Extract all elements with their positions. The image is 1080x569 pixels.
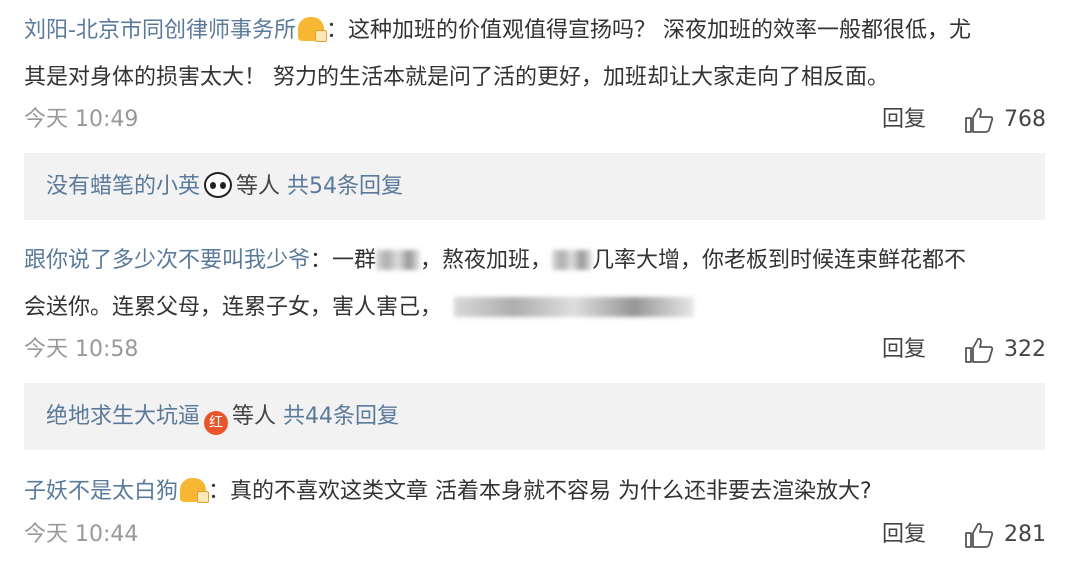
comment-body: ：真的不喜欢这类文章 活着本身就不容易 为什么还非要去渲染放大? xyxy=(208,479,872,504)
comment-time: 今天 10:44 xyxy=(24,522,139,547)
panda-icon xyxy=(204,172,233,198)
reply-names[interactable]: 绝地求生大坑逼 xyxy=(46,404,200,429)
like-count: 281 xyxy=(1004,522,1046,547)
blurred-text xyxy=(552,250,593,270)
comment-author[interactable]: 子妖不是太白狗 xyxy=(24,479,178,504)
comment-body: ：一群 xyxy=(310,248,377,273)
like-count: 768 xyxy=(1004,107,1046,132)
comment-meta: 今天 10:49 回复 768 xyxy=(24,105,1046,135)
comment-text-line: 跟你说了多少次不要叫我少爷：一群 ，熬夜加班， 几率大增，你老板到时候连束鲜花都不 xyxy=(24,246,966,276)
comment-meta: 今天 10:44 回复 281 xyxy=(24,520,1046,550)
crown-face-badge-icon xyxy=(297,17,327,42)
like-count: 322 xyxy=(1004,337,1046,362)
thumbs-up-icon xyxy=(965,337,994,363)
reply-count[interactable]: 共44条回复 xyxy=(283,404,399,429)
comment-author[interactable]: 跟你说了多少次不要叫我少爷 xyxy=(24,248,310,273)
reply-names[interactable]: 没有蜡笔的小英 xyxy=(46,174,200,199)
reply-suffix: 等人 xyxy=(236,174,281,199)
comment-body: 会送你。连累父母，连累子女，害人害己， xyxy=(24,295,443,320)
comment-body: ：这种加班的价值观值得宣扬吗？ 深夜加班的效率一般都很低，尤 xyxy=(325,18,971,43)
comment-body: 其是对身体的损害太大！ 努力的生活本就是问了活的更好，加班却让大家走向了相反面。 xyxy=(24,65,889,90)
red-badge-icon: 红 xyxy=(204,411,229,435)
like-button[interactable]: 322 xyxy=(964,335,1046,365)
reply-button[interactable]: 回复 xyxy=(882,105,926,135)
comment-time: 今天 10:58 xyxy=(24,337,139,362)
like-button[interactable]: 768 xyxy=(964,105,1046,135)
comment-text-line: 会送你。连累父母，连累子女，害人害己， xyxy=(24,293,695,323)
comment-body: ，熬夜加班， xyxy=(420,248,553,273)
comment-text-line: 其是对身体的损害太大！ 努力的生活本就是问了活的更好，加班却让大家走向了相反面。 xyxy=(24,63,889,93)
reply-suffix: 等人 xyxy=(232,404,277,429)
comment-text-line: 子妖不是太白狗 ：真的不喜欢这类文章 活着本身就不容易 为什么还非要去渲染放大? xyxy=(24,477,872,507)
reply-count[interactable]: 共54条回复 xyxy=(287,174,403,199)
comment-time: 今天 10:49 xyxy=(24,107,139,132)
comment-body: 几率大增，你老板到时候连束鲜花都不 xyxy=(592,248,967,273)
reply-button[interactable]: 回复 xyxy=(882,520,926,550)
blurred-text xyxy=(376,250,421,270)
like-button[interactable]: 281 xyxy=(964,520,1046,550)
replies-summary[interactable]: 绝地求生大坑逼红等人 共44条回复 xyxy=(24,383,1045,450)
comment-meta: 今天 10:58 回复 322 xyxy=(24,335,1046,365)
thumbs-up-icon xyxy=(965,522,994,548)
crown-face-badge-icon xyxy=(180,478,210,503)
comment-author[interactable]: 刘阳-北京市同创律师事务所 xyxy=(24,18,296,43)
reply-button[interactable]: 回复 xyxy=(882,335,926,365)
comment-text-line: 刘阳-北京市同创律师事务所 ：这种加班的价值观值得宣扬吗？ 深夜加班的效率一般都很… xyxy=(24,16,971,46)
blurred-text xyxy=(454,297,695,317)
replies-summary[interactable]: 没有蜡笔的小英 等人 共54条回复 xyxy=(24,153,1045,220)
thumbs-up-icon xyxy=(965,107,994,133)
